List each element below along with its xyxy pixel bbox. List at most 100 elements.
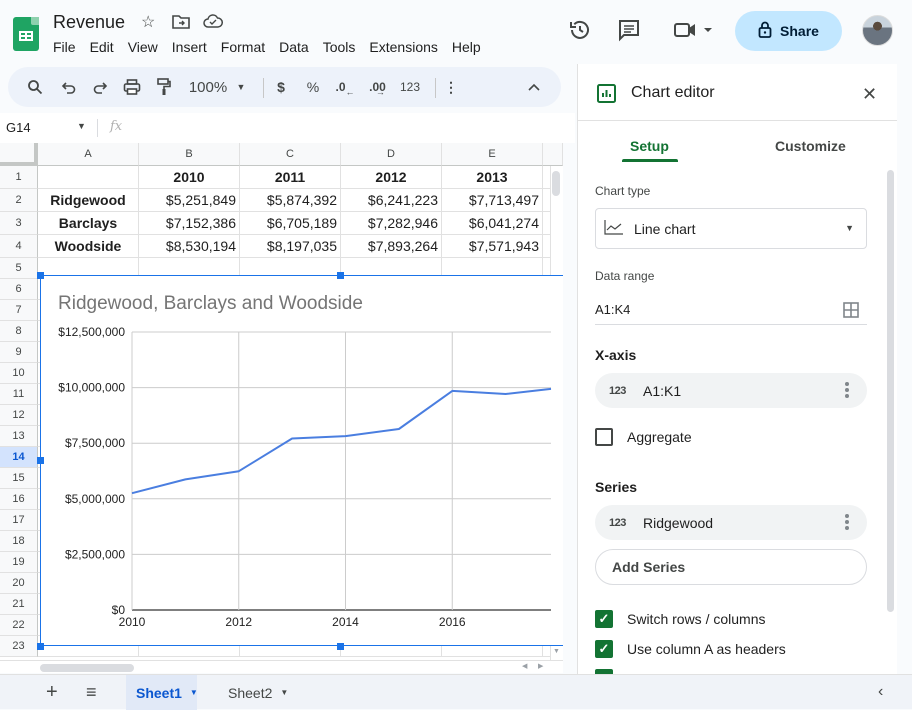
row-header-19[interactable]: 19 — [0, 552, 38, 573]
zoom-select[interactable]: 100% — [186, 67, 230, 107]
more-formats-button[interactable]: 123 — [398, 67, 422, 107]
vertical-scrollbar-thumb[interactable] — [552, 171, 560, 196]
chart-type-select[interactable]: Line chart ▼ — [595, 208, 867, 249]
row-header-4[interactable]: 4 — [0, 235, 38, 258]
menu-extensions[interactable]: Extensions — [369, 38, 437, 56]
series-item[interactable]: 123 Ridgewood — [595, 505, 867, 540]
cell-d4[interactable]: $7,893,264 — [341, 235, 442, 258]
column-header-b[interactable]: B — [139, 143, 240, 166]
menu-help[interactable]: Help — [452, 38, 481, 56]
row-header-7[interactable]: 7 — [0, 300, 38, 321]
cell-b1[interactable]: 2010 — [139, 166, 240, 189]
cell-e2[interactable]: $7,713,497 — [442, 189, 543, 212]
row-header-15[interactable]: 15 — [0, 468, 38, 489]
embedded-chart[interactable]: Ridgewood, Barclays and Woodside $0$2,50… — [40, 275, 563, 646]
sheet-tab-sheet1[interactable]: Sheet1 ▼ — [126, 675, 197, 710]
tab-setup[interactable]: Setup — [630, 138, 669, 154]
menu-data[interactable]: Data — [279, 38, 309, 56]
menu-format[interactable]: Format — [221, 38, 265, 56]
collapse-side-panel-icon[interactable]: ‹ — [878, 683, 883, 701]
more-options-icon[interactable] — [845, 514, 849, 530]
cell-b2[interactable]: $5,251,849 — [139, 189, 240, 212]
cell-e3[interactable]: $6,041,274 — [442, 212, 543, 235]
cell-d1[interactable]: 2012 — [341, 166, 442, 189]
menu-view[interactable]: View — [128, 38, 158, 56]
cell-d2[interactable]: $6,241,223 — [341, 189, 442, 212]
resize-handle-top[interactable] — [337, 272, 344, 279]
row-header-11[interactable]: 11 — [0, 384, 38, 405]
sheet-tab-sheet2[interactable]: Sheet2 ▼ — [218, 675, 298, 710]
document-title[interactable]: Revenue — [53, 12, 125, 33]
row-header-23[interactable]: 23 — [0, 636, 38, 657]
row-header-3[interactable]: 3 — [0, 212, 38, 235]
use-column-a-checkbox[interactable]: ✓ — [595, 640, 613, 658]
row-header-18[interactable]: 18 — [0, 531, 38, 552]
sheet-menu-icon[interactable]: ▼ — [280, 688, 288, 697]
format-percent-button[interactable]: % — [304, 67, 322, 107]
row-header-21[interactable]: 21 — [0, 594, 38, 615]
horizontal-scrollbar-thumb[interactable] — [40, 664, 134, 672]
row-header-14[interactable]: 14 — [0, 447, 38, 468]
resize-handle-left[interactable] — [37, 457, 44, 464]
comments-icon[interactable] — [617, 18, 641, 42]
move-to-folder-icon[interactable] — [172, 14, 190, 34]
select-range-icon[interactable] — [843, 302, 859, 321]
more-options-icon[interactable]: ⋮ — [444, 67, 458, 107]
all-sheets-icon[interactable]: ≡ — [86, 682, 97, 703]
zoom-dropdown-icon[interactable]: ▼ — [234, 67, 248, 107]
collapse-toolbar-icon[interactable] — [524, 67, 544, 107]
resize-handle-top-left[interactable] — [37, 272, 44, 279]
cell-a2[interactable]: Ridgewood — [38, 189, 139, 212]
row-header-10[interactable]: 10 — [0, 363, 38, 384]
row-header-9[interactable]: 9 — [0, 342, 38, 363]
cell-a1[interactable] — [38, 166, 139, 189]
column-header-f[interactable] — [543, 143, 563, 166]
aggregate-checkbox-row[interactable]: Aggregate — [595, 428, 692, 446]
undo-icon[interactable] — [58, 67, 80, 107]
search-icon[interactable] — [24, 67, 46, 107]
cell-c1[interactable]: 2011 — [240, 166, 341, 189]
horizontal-scrollbar[interactable]: ◀ ▶ — [0, 660, 563, 673]
cell-e4[interactable]: $7,571,943 — [442, 235, 543, 258]
resize-handle-bottom-left[interactable] — [37, 643, 44, 650]
data-range-input[interactable]: A1:K4 — [595, 295, 867, 325]
row-header-12[interactable]: 12 — [0, 405, 38, 426]
name-box-dropdown-icon[interactable]: ▼ — [77, 121, 86, 131]
menu-insert[interactable]: Insert — [172, 38, 207, 56]
tab-customize[interactable]: Customize — [775, 138, 846, 154]
sheet-menu-icon[interactable]: ▼ — [190, 688, 198, 697]
column-header-e[interactable]: E — [442, 143, 543, 166]
switch-rows-checkbox[interactable]: ✓ — [595, 610, 613, 628]
cell-b4[interactable]: $8,530,194 — [139, 235, 240, 258]
column-header-a[interactable]: A — [38, 143, 139, 166]
formula-input[interactable] — [135, 113, 565, 143]
cloud-saved-icon[interactable] — [203, 14, 223, 33]
column-header-c[interactable]: C — [240, 143, 341, 166]
share-button[interactable]: Share — [735, 11, 842, 51]
star-icon[interactable]: ☆ — [141, 12, 155, 32]
row-header-13[interactable]: 13 — [0, 426, 38, 447]
redo-icon[interactable] — [89, 67, 111, 107]
decrease-decimal-button[interactable]: .0← — [334, 67, 356, 107]
menu-tools[interactable]: Tools — [323, 38, 356, 56]
row-header-16[interactable]: 16 — [0, 489, 38, 510]
name-box[interactable]: G14 — [6, 120, 31, 135]
cell-c3[interactable]: $6,705,189 — [240, 212, 341, 235]
sheets-logo-icon[interactable] — [13, 17, 39, 51]
video-call-icon[interactable] — [673, 18, 715, 42]
row-header-8[interactable]: 8 — [0, 321, 38, 342]
use-column-a-checkbox-row[interactable]: ✓ Use column A as headers — [595, 640, 786, 658]
version-history-icon[interactable] — [568, 18, 592, 42]
format-currency-button[interactable]: $ — [272, 67, 290, 107]
more-options-icon[interactable] — [845, 382, 849, 398]
scroll-left-icon[interactable]: ◀ — [522, 662, 527, 670]
cell-e1[interactable]: 2013 — [442, 166, 543, 189]
partial-checkbox[interactable] — [595, 669, 613, 674]
close-icon[interactable]: ✕ — [862, 84, 877, 105]
row-header-5[interactable]: 5 — [0, 258, 38, 279]
row-header-1[interactable]: 1 — [0, 166, 38, 189]
add-series-button[interactable]: Add Series — [595, 549, 867, 585]
cell-b3[interactable]: $7,152,386 — [139, 212, 240, 235]
add-sheet-icon[interactable]: + — [46, 681, 58, 704]
aggregate-checkbox[interactable] — [595, 428, 613, 446]
